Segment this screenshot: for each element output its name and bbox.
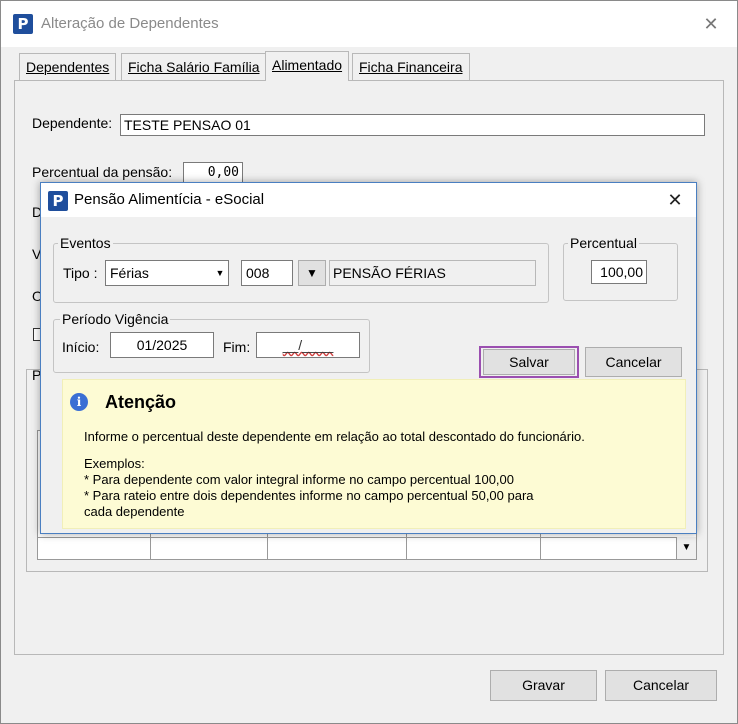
modal-cancelar-button[interactable]: Cancelar bbox=[585, 347, 682, 377]
window-title: Alteração de Dependentes bbox=[41, 15, 219, 32]
inicio-field[interactable]: 01/2025 bbox=[110, 332, 214, 358]
app-logo-icon: P bbox=[48, 191, 68, 211]
outer-cancelar-button[interactable]: Cancelar bbox=[605, 670, 717, 701]
dependente-label: Dependente: bbox=[32, 115, 113, 131]
modal-title: Pensão Alimentícia - eSocial bbox=[74, 191, 265, 208]
tab-alimentado[interactable]: Alimentado bbox=[265, 51, 350, 81]
percentual-field[interactable]: 100,00 bbox=[591, 260, 647, 284]
percentual-legend: Percentual bbox=[568, 235, 639, 251]
dependente-field[interactable]: TESTE PENSAO 01 bbox=[120, 114, 705, 136]
attention-text: Informe o percentual deste dependente em… bbox=[84, 429, 585, 444]
eventos-legend: Eventos bbox=[58, 235, 113, 251]
salvar-button[interactable]: Salvar bbox=[483, 349, 575, 375]
attention-box: i Atenção Informe o percentual deste dep… bbox=[62, 379, 686, 529]
close-icon[interactable]: ✕ bbox=[663, 188, 687, 212]
percentual-pensao-label: Percentual da pensão: bbox=[32, 164, 173, 180]
tipo-select[interactable]: Férias ▼ bbox=[105, 260, 229, 286]
example-2: * Para rateio entre dois dependentes inf… bbox=[84, 488, 534, 503]
app-logo-icon: P bbox=[13, 14, 33, 34]
close-icon[interactable]: ✕ bbox=[699, 12, 723, 36]
fim-label: Fim: bbox=[223, 339, 251, 355]
percentual-pensao-field[interactable]: 0,00 bbox=[183, 162, 243, 184]
inicio-label: Início: bbox=[62, 339, 100, 355]
codigo-field[interactable]: 008 bbox=[241, 260, 293, 286]
periodo-vigencia-legend: Período Vigência bbox=[60, 311, 171, 327]
tab-ficha-salario-familia[interactable]: Ficha Salário Família bbox=[121, 53, 267, 80]
fim-field[interactable]: __/____ bbox=[256, 332, 360, 358]
modal-titlebar: P Pensão Alimentícia - eSocial ✕ bbox=[41, 183, 696, 217]
pensao-alimenticia-dialog: P Pensão Alimentícia - eSocial ✕ Eventos… bbox=[40, 182, 697, 534]
example-1: * Para dependente com valor integral inf… bbox=[84, 472, 514, 487]
codigo-dropdown-button[interactable]: ▼ bbox=[298, 260, 326, 286]
tipo-label: Tipo : bbox=[63, 265, 98, 281]
examples-title: Exemplos: bbox=[84, 456, 145, 471]
tab-dependentes[interactable]: Dependentes bbox=[19, 53, 117, 80]
chevron-down-icon: ▼ bbox=[306, 266, 318, 280]
gravar-button[interactable]: Gravar bbox=[490, 670, 597, 701]
attention-title: Atenção bbox=[105, 392, 177, 412]
chevron-down-icon: ▼ bbox=[215, 268, 225, 278]
example-2-cont: cada dependente bbox=[84, 504, 185, 519]
info-icon: i bbox=[70, 393, 88, 411]
grid-dropdown-icon[interactable]: ▼ bbox=[676, 537, 696, 559]
outer-titlebar: P Alteração de Dependentes ✕ bbox=[1, 1, 737, 47]
tab-ficha-financeira[interactable]: Ficha Financeira bbox=[352, 53, 470, 80]
evento-description: PENSÃO FÉRIAS bbox=[329, 260, 536, 286]
